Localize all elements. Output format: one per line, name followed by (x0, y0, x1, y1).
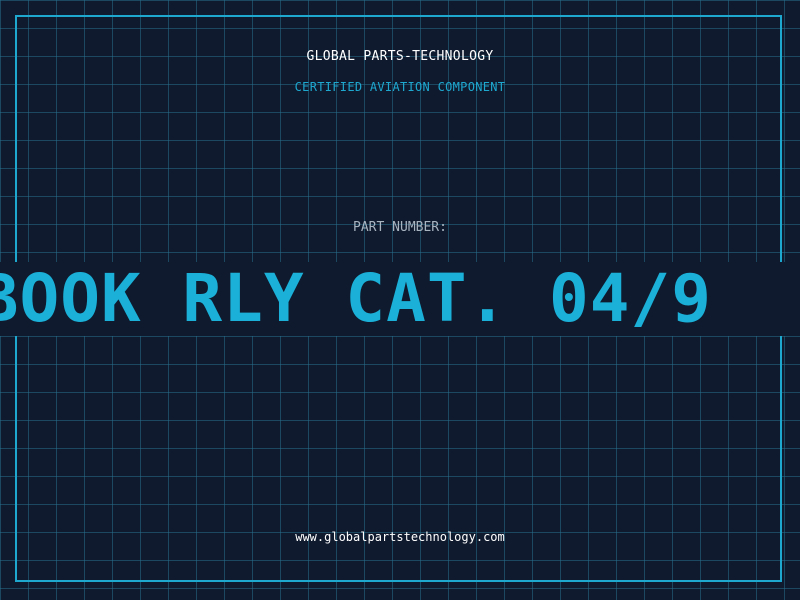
company-name: GLOBAL PARTS-TECHNOLOGY (306, 49, 494, 64)
part-number-value: -BOOK RLY CAT. 04/9 (0, 262, 712, 336)
website-link[interactable]: www.globalpartstechnology.com (0, 530, 800, 544)
part-number-label: PART NUMBER: (353, 220, 447, 235)
certificate-card: GLOBAL PARTS-TECHNOLOGY CERTIFIED AVIATI… (0, 0, 800, 600)
part-number-band: -BOOK RLY CAT. 04/9 (0, 262, 800, 336)
certification-subtitle: CERTIFIED AVIATION COMPONENT (294, 80, 506, 94)
